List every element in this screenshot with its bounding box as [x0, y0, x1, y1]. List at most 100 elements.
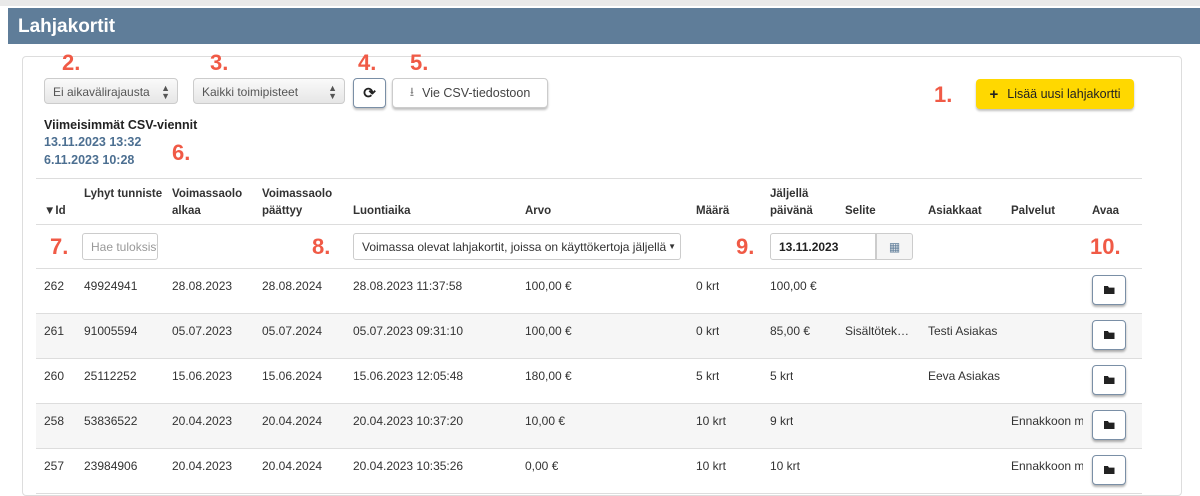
- calendar-icon: ▦: [888, 239, 901, 254]
- divider: [36, 178, 1142, 179]
- table-cell: 05.07.2024: [262, 324, 323, 338]
- open-button[interactable]: [1092, 365, 1126, 395]
- folder-open-icon: [1103, 421, 1115, 429]
- table-cell: 10 krt: [696, 414, 727, 428]
- table-cell: Ennakkoon m: [1011, 414, 1083, 428]
- search-input[interactable]: Hae tuloksista: [82, 233, 158, 260]
- folder-open-icon: [1103, 466, 1115, 474]
- table-cell: Eeva Asiakas: [928, 369, 1001, 383]
- open-button[interactable]: [1092, 320, 1126, 350]
- csv-exports-title: Viimeisimmät CSV-viennit: [44, 118, 198, 132]
- table-cell: 0 krt: [696, 279, 720, 293]
- table-row[interactable]: 261 91005594 05.07.2023 05.07.2024 05.07.202…: [36, 314, 1142, 359]
- add-gift-card-button[interactable]: + Lisää uusi lahjakortti: [976, 79, 1134, 109]
- export-csv-label: Vie CSV-tiedostoon: [422, 86, 531, 100]
- header-id[interactable]: ▼Id: [44, 203, 134, 220]
- table-cell: 0,00 €: [525, 459, 559, 473]
- table-cell: Testi Asiakas: [928, 324, 998, 338]
- download-icon: ⭳: [409, 84, 415, 99]
- table-row[interactable]: 258 53836522 20.04.2023 20.04.2024 20.04.202…: [36, 404, 1142, 449]
- table-cell: 20.04.2023 10:37:20: [353, 414, 464, 428]
- table-cell: 15.06.2024: [262, 369, 323, 383]
- table-cell: 20.04.2023: [172, 459, 233, 473]
- table-cell: 10,00 €: [525, 414, 566, 428]
- annotation-9: 9.: [736, 234, 755, 259]
- status-filter-value: Voimassa olevat lahjakortit, joissa on k…: [362, 239, 667, 254]
- table-cell: 05.07.2023: [172, 324, 233, 338]
- search-placeholder: Hae tuloksista: [91, 239, 157, 254]
- table-cell: 20.04.2024: [262, 459, 323, 473]
- folder-open-icon: [1103, 376, 1115, 384]
- header-valid-from: Voimassaolo alkaa: [172, 188, 243, 217]
- date-range-select[interactable]: Ei aikavälirajausta ▲ ▼: [44, 78, 178, 104]
- table-cell: 0 krt: [696, 324, 720, 338]
- caret-down-icon: ▼: [668, 242, 677, 251]
- export-csv-button[interactable]: ⭳ Vie CSV-tiedostoon: [392, 78, 548, 108]
- table-row[interactable]: 257 23984906 20.04.2023 20.04.2024 20.04.202…: [36, 449, 1142, 494]
- table-cell: 100,00 €: [525, 279, 572, 293]
- table-cell: 15.06.2023: [172, 369, 233, 383]
- page-header: Lahjakortit: [8, 8, 1200, 44]
- annotation-7: 7.: [50, 234, 69, 259]
- table-cell: 10 krt: [696, 459, 727, 473]
- csv-export-link[interactable]: 13.11.2023 13:32: [44, 135, 141, 149]
- table-cell: 53836522: [84, 414, 138, 428]
- header-short-id: Lyhyt tunniste: [84, 188, 163, 200]
- location-select[interactable]: Kaikki toimipisteet ▲ ▼: [193, 78, 345, 104]
- table-cell: 28.08.2024: [262, 279, 323, 293]
- top-strip: [0, 0, 1200, 6]
- table-cell: 261: [44, 324, 65, 338]
- page-title: Lahjakortit: [18, 16, 116, 37]
- table-cell: 91005594: [84, 324, 138, 338]
- header-services: Palvelut: [1011, 205, 1056, 217]
- table-cell: 15.06.2023 12:05:48: [353, 369, 464, 383]
- table-cell: Sisältötek…: [845, 324, 910, 338]
- header-description: Selite: [845, 205, 876, 217]
- annotation-4: 4.: [358, 50, 377, 75]
- table-row[interactable]: 262 49924941 28.08.2023 28.08.2024 28.08.202…: [36, 269, 1142, 314]
- calendar-button[interactable]: ▦: [876, 233, 913, 260]
- table-row[interactable]: 260 25112252 15.06.2023 15.06.2024 15.06.202…: [36, 359, 1142, 404]
- table-cell: 262: [44, 279, 65, 293]
- annotation-8: 8.: [312, 234, 331, 259]
- table-cell: 100,00 €: [525, 324, 572, 338]
- annotation-10: 10.: [1090, 234, 1121, 259]
- table-cell: 85,00 €: [770, 324, 811, 338]
- refresh-button[interactable]: ⟳: [353, 78, 386, 108]
- table-cell: Ennakkoon m: [1011, 459, 1083, 473]
- table-cell: 20.04.2023 10:35:26: [353, 459, 464, 473]
- date-input[interactable]: 13.11.2023: [770, 233, 876, 260]
- date-range-value: Ei aikavälirajausta: [53, 85, 150, 99]
- table-cell: 49924941: [84, 279, 138, 293]
- table-cell: 25112252: [84, 369, 137, 383]
- open-button[interactable]: [1092, 275, 1126, 305]
- table-cell: 257: [44, 459, 65, 473]
- header-value: Arvo: [525, 205, 552, 217]
- header-valid-to: Voimassaolo päättyy: [262, 188, 333, 217]
- table-cell: 5 krt: [696, 369, 720, 383]
- header-customers: Asiakkaat: [928, 205, 982, 217]
- annotation-3: 3.: [210, 50, 229, 75]
- location-value: Kaikki toimipisteet: [202, 85, 299, 99]
- table-cell: 23984906: [84, 459, 138, 473]
- table-cell: 28.08.2023 11:37:58: [353, 279, 463, 293]
- table-cell: 28.08.2023: [172, 279, 233, 293]
- table-cell: 180,00 €: [525, 369, 572, 383]
- select-arrows-icon: ▲ ▼: [161, 83, 170, 101]
- refresh-icon: ⟳: [363, 85, 376, 102]
- table-cell: 100,00 €: [770, 279, 817, 293]
- csv-export-link[interactable]: 6.11.2023 10:28: [44, 153, 134, 167]
- annotation-2: 2.: [62, 50, 81, 75]
- table-cell: 05.07.2023 09:31:10: [353, 324, 464, 338]
- divider: [36, 224, 1142, 225]
- status-filter-dropdown[interactable]: Voimassa olevat lahjakortit, joissa on k…: [353, 233, 681, 260]
- date-value: 13.11.2023: [779, 239, 839, 254]
- annotation-1: 1.: [934, 82, 953, 107]
- plus-icon: +: [989, 85, 999, 103]
- table-cell: 10 krt: [770, 459, 801, 473]
- table-cell: 20.04.2024: [262, 414, 323, 428]
- table-cell: 20.04.2023: [172, 414, 233, 428]
- open-button[interactable]: [1092, 410, 1126, 440]
- folder-open-icon: [1103, 331, 1115, 339]
- header-remaining: Jäljellä päivänä: [770, 188, 813, 217]
